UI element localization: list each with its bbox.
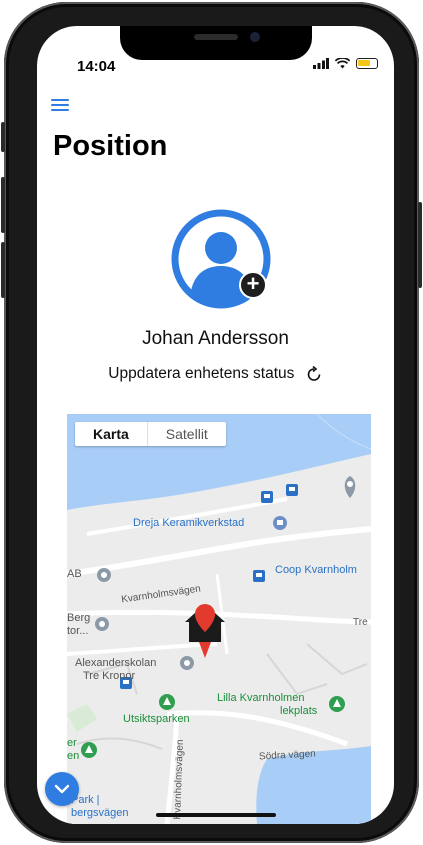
- update-status-label[interactable]: Uppdatera enhetens status: [108, 365, 294, 382]
- map-label-tre-right: Tre: [353, 617, 368, 628]
- park-pin-icon[interactable]: [159, 694, 175, 710]
- refresh-icon[interactable]: [305, 365, 323, 383]
- map-label-dreja: Dreja Keramikverkstad: [133, 517, 245, 529]
- map-canvas[interactable]: [67, 414, 371, 824]
- park-pin-icon[interactable]: [329, 696, 345, 712]
- map-label-utsiktsparken: Utsiktsparken: [123, 713, 190, 725]
- chevron-down-icon: [54, 784, 70, 794]
- map-label-lilla-kvarnholmen: Lilla Kvarnholmen: [217, 692, 305, 704]
- app-screen: 14:04 Position + Johan Andersson Uppdate…: [37, 26, 394, 824]
- tab-karta[interactable]: Karta: [75, 422, 147, 446]
- map-label-er: er: [67, 737, 77, 749]
- scroll-down-button[interactable]: [45, 772, 79, 806]
- park-pin-icon[interactable]: [81, 742, 97, 758]
- map-label-en: en: [67, 750, 80, 762]
- power-button: [418, 202, 422, 288]
- user-name: Johan Andersson: [142, 328, 289, 349]
- school-pin-icon[interactable]: [180, 656, 194, 670]
- map-type-toggle[interactable]: Karta Satellit: [75, 422, 226, 446]
- map-label-ab: AB: [67, 568, 82, 580]
- bus-stop-icon[interactable]: [286, 484, 298, 496]
- update-status-row[interactable]: Uppdatera enhetens status: [37, 365, 394, 383]
- poi-pin-icon[interactable]: [97, 568, 111, 582]
- speaker: [194, 34, 238, 40]
- map-label-alexanderskolan: Alexanderskolan: [75, 657, 157, 669]
- wifi-icon: [335, 58, 350, 69]
- map-view[interactable]: Karta Satellit Dreja Keramikverkstad Coo…: [67, 414, 371, 824]
- poi-pin-icon[interactable]: [95, 617, 109, 631]
- battery-icon: [356, 58, 378, 69]
- status-icons: [313, 58, 378, 69]
- silent-switch: [1, 122, 5, 152]
- marker-initials: JA: [199, 633, 211, 643]
- camera: [250, 32, 260, 42]
- map-label-tre-kronor: Tre Kronor: [83, 670, 136, 682]
- volume-up-button: [1, 177, 5, 233]
- status-time: 14:04: [77, 58, 116, 75]
- tab-satellit[interactable]: Satellit: [146, 422, 226, 446]
- page-title: Position: [53, 130, 168, 162]
- home-indicator[interactable]: [156, 813, 276, 817]
- map-label-berg: Berg: [67, 612, 91, 624]
- map-label-bergsvagen: bergsvägen: [71, 807, 129, 819]
- notch: [120, 26, 312, 60]
- volume-down-button: [1, 242, 5, 298]
- menu-icon[interactable]: [51, 99, 69, 111]
- map-label-coop: Coop Kvarnholm: [275, 564, 357, 576]
- add-icon[interactable]: +: [239, 271, 267, 299]
- map-label-lekplats: lekplats: [280, 705, 318, 717]
- shop-pin-icon[interactable]: [273, 516, 287, 530]
- bus-stop-icon[interactable]: [253, 570, 265, 582]
- map-label-tor: tor...: [67, 625, 89, 637]
- phone-frame: 14:04 Position + Johan Andersson Uppdate…: [1, 2, 422, 843]
- signal-icon: [313, 58, 329, 69]
- bus-stop-icon[interactable]: [261, 491, 273, 503]
